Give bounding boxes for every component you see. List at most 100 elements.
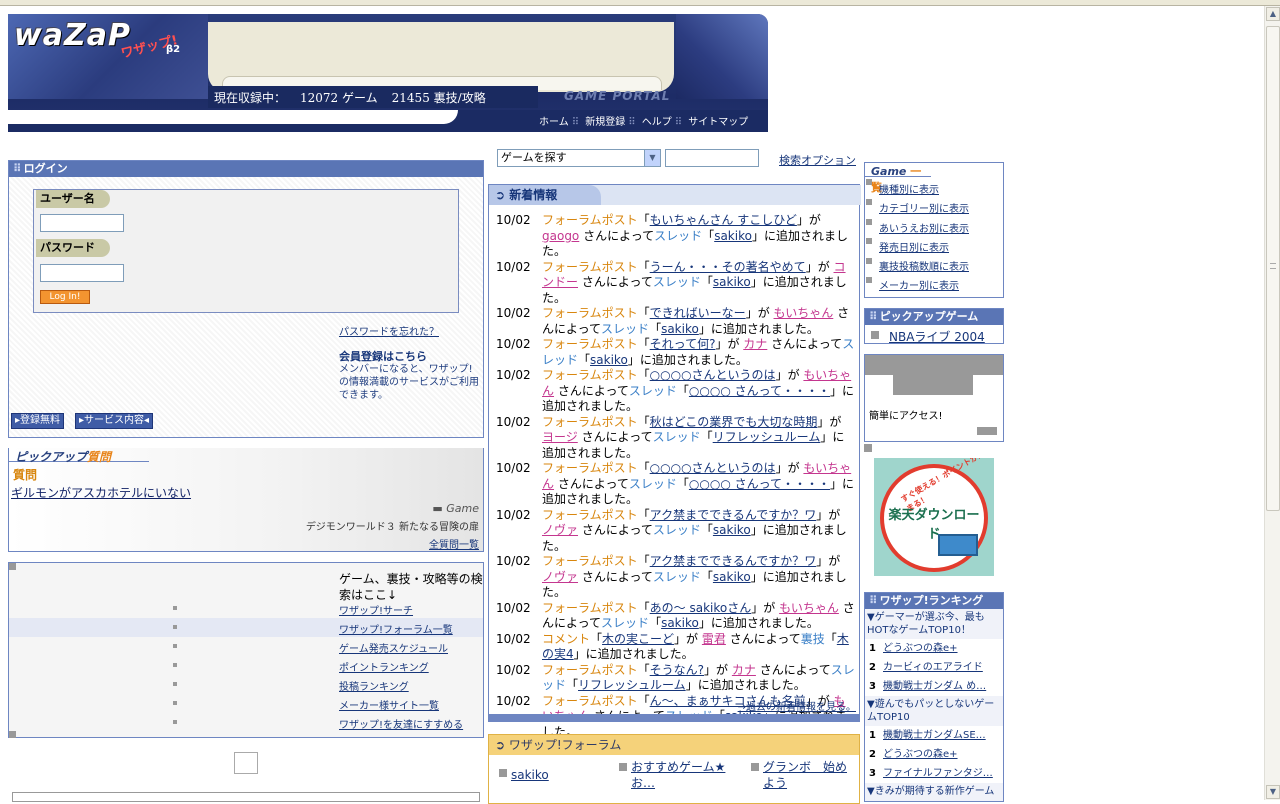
news-thread-link[interactable]: sakiko xyxy=(713,275,751,289)
username-input[interactable] xyxy=(40,214,124,232)
menu-item[interactable]: ワザップ!フォーラム一覧 xyxy=(9,618,483,637)
news-kind: スレッド xyxy=(652,569,701,584)
news-thread-link[interactable]: sakiko xyxy=(713,570,751,584)
game-list-item[interactable]: メーカー別に表示 xyxy=(879,277,959,292)
pickup-game-link[interactable]: NBAライブ 2004 xyxy=(889,328,985,345)
news-user-link[interactable]: ノヴァ xyxy=(542,570,578,584)
ranking-row[interactable]: 1 機動戦士ガンダムSE… xyxy=(865,726,1003,745)
password-input[interactable] xyxy=(40,264,124,282)
news-user-link[interactable]: gaogo xyxy=(542,229,579,243)
news-user-link[interactable]: もいちゃん xyxy=(779,601,839,615)
news-title-link[interactable]: 木の実こーど xyxy=(602,632,674,646)
news-title-link[interactable]: そうなん? xyxy=(650,663,704,677)
question-link[interactable]: ギルモンがアスカホテルにいない xyxy=(11,484,191,501)
news-user-link[interactable]: カナ xyxy=(732,663,756,677)
news-kind: スレッド xyxy=(601,321,650,336)
menu-item[interactable]: メーカー様サイト一覧 xyxy=(9,694,483,713)
news-title-link[interactable]: できればいーなー xyxy=(650,306,746,320)
news-user-link[interactable]: カナ xyxy=(743,337,767,351)
news-item: 10/02 コメント「木の実こーど」が 雷君 さんによって裏技「木の実4」に追加さ… xyxy=(496,631,849,662)
scroll-up-icon[interactable]: ▲ xyxy=(1266,7,1280,21)
menu-item[interactable]: 投稿ランキング xyxy=(9,675,483,694)
ranking-row[interactable]: 3 機動戦士ガンダム め… xyxy=(865,677,1003,696)
past-news-link[interactable]: →過去の新着情報を見る。 xyxy=(738,698,856,713)
news-title-link[interactable]: もいちゃんさん すこしひど xyxy=(650,213,797,227)
nav-sitemap[interactable]: サイトマップ xyxy=(688,117,748,128)
login-title: ログイン xyxy=(23,162,68,175)
news-thread-link[interactable]: リフレッシュルーム xyxy=(578,678,686,692)
news-title-link[interactable]: それって何? xyxy=(650,337,716,351)
chevron-down-icon[interactable]: ▼ xyxy=(644,150,660,166)
news-thread-link[interactable]: sakiko xyxy=(590,353,628,367)
game-list-item[interactable]: 機種別に表示 xyxy=(879,181,939,196)
header-curve xyxy=(8,110,458,124)
news-title-link[interactable]: うーん・・・その著名やめて xyxy=(650,260,806,274)
ranking-row[interactable]: 1 どうぶつの森e+ xyxy=(865,639,1003,658)
register-title-link[interactable]: 会員登録はこちら xyxy=(339,348,427,364)
ranking-row[interactable]: 3 ファイナルファンタジ… xyxy=(865,764,1003,783)
news-thread-link[interactable]: sakiko xyxy=(714,229,752,243)
search-options-link[interactable]: 検索オプション xyxy=(779,152,856,168)
news-title-link[interactable]: アク禁までできるんですか？ワ xyxy=(650,508,817,522)
forum-item[interactable]: おすすめゲーム★お… xyxy=(631,759,745,791)
news-thread-link[interactable]: sakiko xyxy=(713,523,751,537)
menu-item[interactable]: ポイントランキング xyxy=(9,656,483,675)
news-title-link[interactable]: ○○○○さんというのは xyxy=(650,461,776,475)
news-title-link[interactable]: アク禁までできるんですか？ワ xyxy=(650,554,817,568)
scroll-thumb[interactable] xyxy=(1266,26,1280,511)
game-list-item[interactable]: 裏技投稿数順に表示 xyxy=(879,258,969,273)
register-free-button[interactable]: ▸登録無料 xyxy=(11,413,65,429)
stats-label: 現在収録中： xyxy=(214,91,287,105)
game-search-select[interactable]: ゲームを探す ▼ xyxy=(497,149,661,167)
menu-item[interactable]: ワザップ!サーチ xyxy=(9,599,483,618)
ad-banner[interactable]: 簡単にアクセス! xyxy=(864,354,1004,442)
news-title-link[interactable]: あの～ sakikoさん xyxy=(650,601,752,615)
news-user-link[interactable]: もいちゃん xyxy=(774,306,834,320)
news-thread-link[interactable]: ○○○○ さんって・・・・ xyxy=(689,384,830,398)
bullet-icon xyxy=(499,769,507,777)
news-user-link[interactable]: 雷君 xyxy=(702,632,726,646)
service-info-button[interactable]: ▸サービス内容◂ xyxy=(75,413,154,429)
news-user-link[interactable]: ヨージ xyxy=(542,430,578,444)
forum-item[interactable]: sakiko xyxy=(511,767,549,783)
scroll-down-icon[interactable]: ▼ xyxy=(1266,785,1280,799)
nav-separator: ⠿ xyxy=(674,117,683,128)
login-button[interactable]: Log In! xyxy=(40,290,90,304)
nav-register[interactable]: 新規登録 xyxy=(585,117,625,128)
ad-text: 簡単にアクセス! xyxy=(869,411,943,422)
news-item: 10/02 フォーラムポスト「秋はどこの業界でも大切な時期」が ヨージ さんによっ… xyxy=(496,414,845,460)
news-date: 10/02 xyxy=(496,461,531,475)
news-thread-link[interactable]: ○○○○ さんって・・・・ xyxy=(689,477,830,491)
news-type: フォーラムポスト xyxy=(542,507,638,522)
menu-item[interactable]: ワザップ!を友達にすすめる xyxy=(9,713,483,732)
forum-item[interactable]: グランボ 始めよう xyxy=(763,759,857,791)
news-thread-link[interactable]: sakiko xyxy=(661,616,699,630)
site-header: waZaP ワザップ! β2 現在収録中： 12072 ゲーム 21455 裏技/攻… xyxy=(8,14,768,132)
menu-item[interactable]: ゲーム発売スケジュール xyxy=(9,637,483,656)
game-list-item[interactable]: あいうえお別に表示 xyxy=(879,220,969,235)
pickup-game-title-bar: ⠿ ピックアップゲーム xyxy=(865,309,1003,325)
news-title-link[interactable]: ○○○○さんというのは xyxy=(650,368,776,382)
game-list-item[interactable]: カテゴリー別に表示 xyxy=(879,200,969,215)
all-questions-link[interactable]: 全質問一覧 xyxy=(429,536,479,551)
header-art-right xyxy=(676,14,768,99)
news-title-link[interactable]: 秋はどこの業界でも大切な時期 xyxy=(650,415,818,429)
news-thread-link[interactable]: リフレッシュルーム xyxy=(713,430,821,444)
rakuten-download-banner[interactable]: すぐ使える！ポイントが貯まる！ 楽天ダウンロード xyxy=(874,458,994,576)
news-user-link[interactable]: ノヴァ xyxy=(542,523,578,537)
site-logo[interactable]: waZaP xyxy=(14,18,131,53)
news-type: フォーラムポスト xyxy=(542,693,638,708)
ranking-row[interactable]: 2 どうぶつの森e+ xyxy=(865,745,1003,764)
forgot-password-link[interactable]: パスワードを忘れた？ xyxy=(339,323,439,338)
game-list-item[interactable]: 発売日別に表示 xyxy=(879,239,949,254)
nav-help[interactable]: ヘルプ xyxy=(642,117,672,128)
ranking-title-bar: ⠿ ワザップ!ランキング xyxy=(865,593,1003,609)
news-thread-link[interactable]: sakiko xyxy=(661,322,699,336)
vertical-scrollbar[interactable]: ▲ ▼ xyxy=(1264,6,1280,800)
news-date: 10/02 xyxy=(496,507,531,522)
news-kind: スレッド xyxy=(601,616,650,630)
ranking-row[interactable]: 2 カービィのエアライド xyxy=(865,658,1003,677)
search-input[interactable] xyxy=(665,149,759,167)
nav-home[interactable]: ホーム xyxy=(539,117,569,128)
game-title: デジモンワールド３ 新たなる冒険の扉 xyxy=(305,522,479,533)
